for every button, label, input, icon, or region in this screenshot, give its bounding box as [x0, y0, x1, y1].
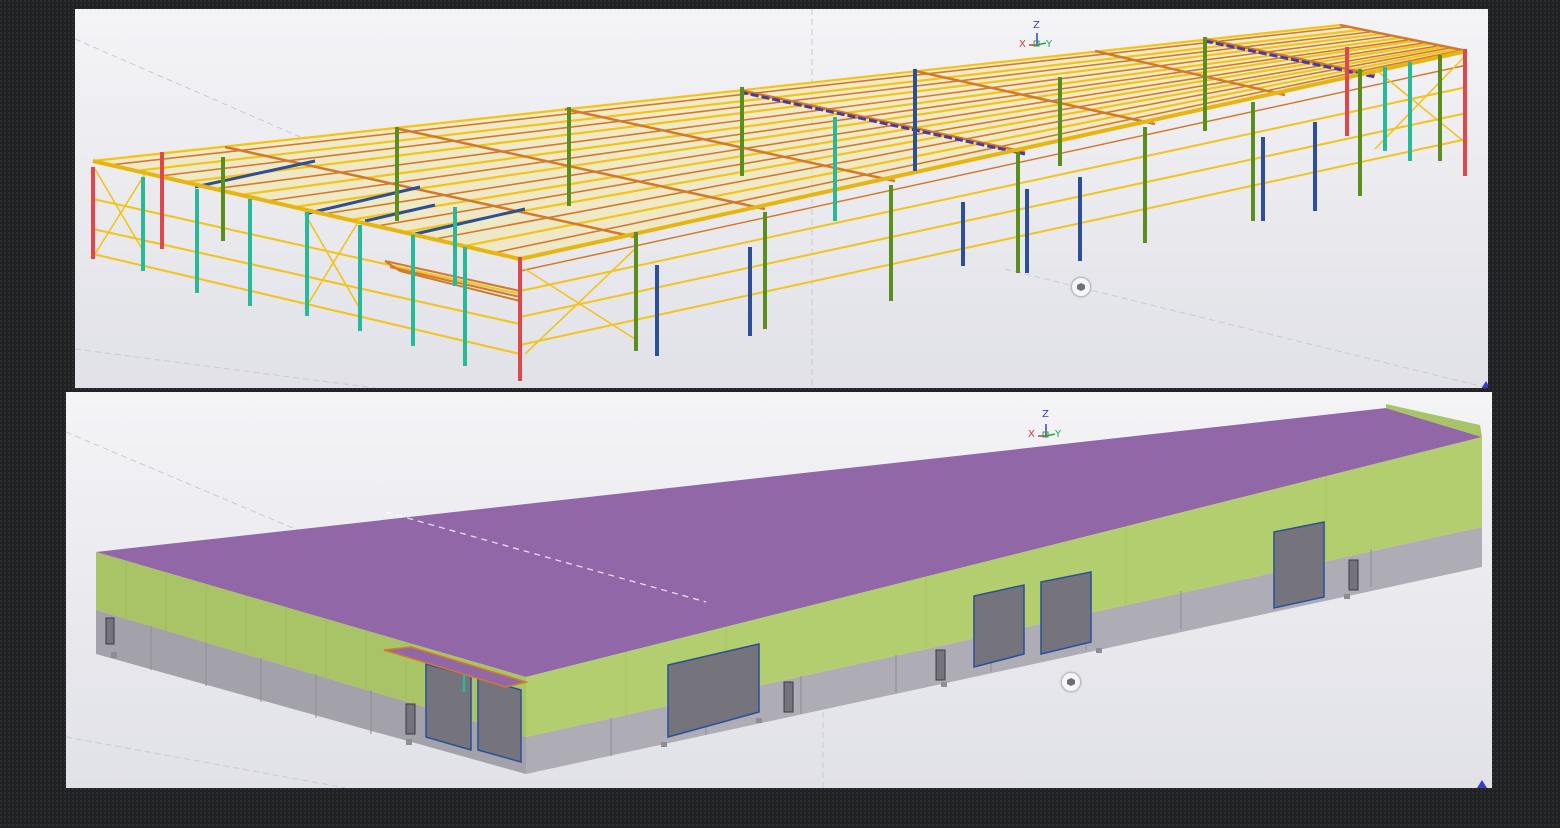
- corner-axis-icon: [1477, 780, 1487, 788]
- view-cube-button[interactable]: [1071, 277, 1091, 297]
- corner-axis-icon: [1481, 381, 1488, 388]
- cladding-model-viewport[interactable]: Z X Y: [66, 392, 1492, 788]
- axis-y-label: Y: [1046, 39, 1053, 50]
- axis-z-label: Z: [1033, 20, 1040, 31]
- axis-x-label: X: [1019, 39, 1026, 50]
- axis-y-label: Y: [1055, 429, 1062, 440]
- structure-model-viewport[interactable]: Z X Y: [75, 9, 1488, 388]
- steel-frame-drawing: [75, 9, 1488, 388]
- axis-x-label: X: [1028, 429, 1035, 440]
- view-cube-button[interactable]: [1061, 672, 1081, 692]
- clad-building-drawing: [66, 404, 1483, 788]
- axis-z-label: Z: [1042, 409, 1049, 420]
- view-cube-icon: [1067, 678, 1075, 686]
- roof-plane: [93, 24, 1465, 259]
- front-canopy: [384, 260, 521, 302]
- view-cube-icon: [1077, 283, 1085, 291]
